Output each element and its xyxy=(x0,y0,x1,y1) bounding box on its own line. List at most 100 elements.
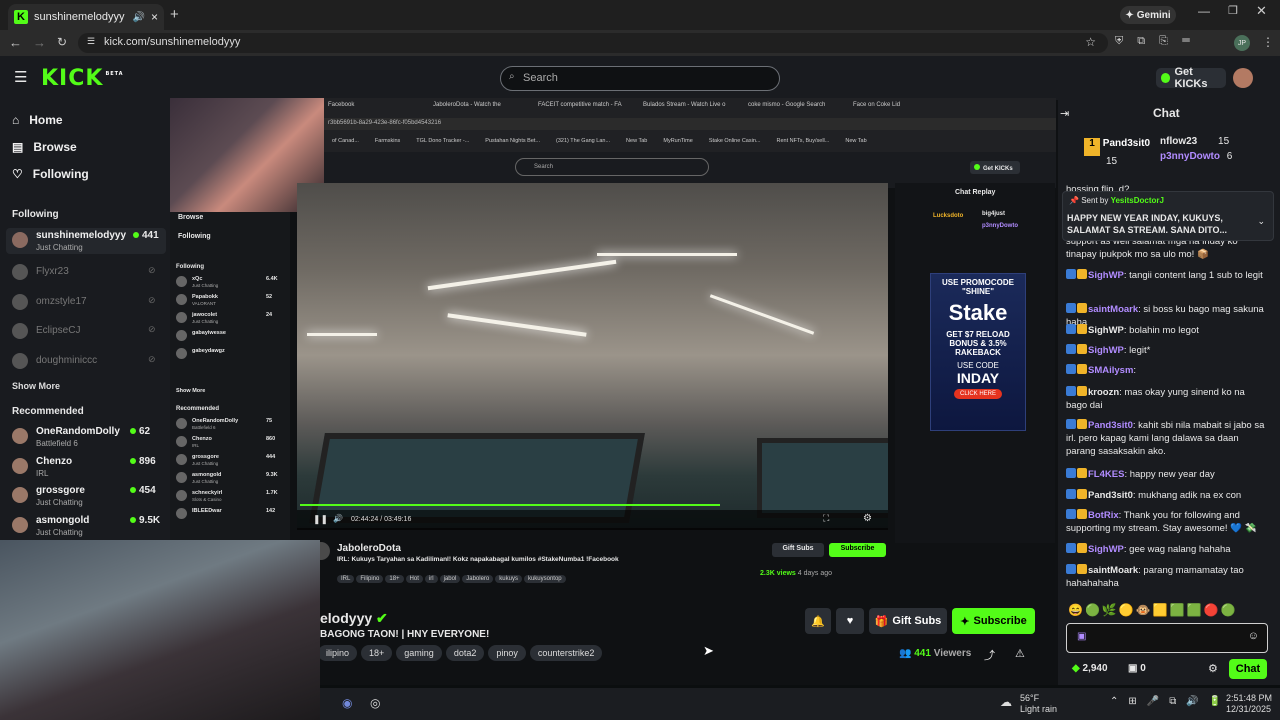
browser-tab[interactable]: K sunshinemelodyyy Stream 🔊 × xyxy=(8,4,164,30)
chevron-down-icon[interactable]: ⌄ xyxy=(1257,216,1265,227)
chat-title: Chat xyxy=(1153,106,1180,120)
recommended-channel-name[interactable]: Chenzo xyxy=(36,456,72,467)
collapse-chat-icon[interactable]: ⇥ xyxy=(1060,107,1069,120)
top-gifter-3: p3nnyDowto 6 xyxy=(1160,151,1233,162)
sub-badge-icon: ▣ xyxy=(1077,631,1087,642)
browser-menu-icon[interactable]: ⋮ xyxy=(1262,35,1274,49)
stream-tag[interactable]: pinoy xyxy=(488,645,526,661)
reload-icon[interactable]: ↻ xyxy=(57,35,67,49)
restore-icon[interactable]: ❐ xyxy=(1228,4,1238,17)
bookmark-star-icon[interactable]: ☆ xyxy=(1085,35,1096,49)
notification-bell-button[interactable]: 🔔 xyxy=(805,608,831,634)
recommended-channel-name[interactable]: asmongold xyxy=(36,515,89,526)
subscribe-button[interactable]: ✦ Subscribe xyxy=(952,608,1035,634)
report-icon[interactable]: ⚠ xyxy=(1015,647,1025,660)
tray-icons[interactable]: ⌃⊞🎤⧉🔊🔋 xyxy=(1110,696,1231,707)
stream-tag[interactable]: counterstrike2 xyxy=(529,645,603,661)
show-more-link[interactable]: Show More xyxy=(12,381,60,391)
chat-username[interactable]: Pand3sit0 xyxy=(1088,490,1133,501)
sidebar-item-following[interactable]: ♡ Following xyxy=(12,167,89,181)
stream-tag[interactable]: dota2 xyxy=(445,645,485,661)
sidebar xyxy=(0,100,170,540)
volume-icon[interactable]: 🔊 xyxy=(333,514,343,523)
share-icon[interactable]: ⤴ xyxy=(984,647,995,663)
steam-icon[interactable]: ◎ xyxy=(370,696,380,710)
video-progress-bar[interactable] xyxy=(300,504,720,506)
close-window-icon[interactable]: ✕ xyxy=(1256,3,1267,19)
hamburger-menu-icon[interactable]: ☰ xyxy=(14,68,27,86)
new-tab-icon[interactable]: + xyxy=(170,6,179,23)
inner-tab: Bulados Stream - Watch Live o xyxy=(643,102,726,108)
stream-tag[interactable]: ilipino xyxy=(318,645,358,661)
pause-icon[interactable]: ❚❚ xyxy=(313,514,328,525)
chat-username[interactable]: kroozn xyxy=(1088,387,1119,398)
inner-search-input[interactable]: Search xyxy=(515,158,709,176)
minimize-icon[interactable]: — xyxy=(1198,4,1210,18)
inner-bookmark: (321) The Gang Lan... xyxy=(556,138,611,144)
recommended-channel-name[interactable]: grossgore xyxy=(36,485,85,496)
send-chat-button[interactable]: Chat xyxy=(1229,659,1267,679)
stream-tag[interactable]: 18+ xyxy=(361,645,393,661)
tab-close-icon[interactable]: × xyxy=(151,10,158,24)
inner-bookmark: TGL Dono Tracker -... xyxy=(416,138,470,144)
chat-username[interactable]: saintMoark xyxy=(1088,304,1138,315)
extensions-icons[interactable]: ⛨⧉⎘⚌ xyxy=(1115,35,1204,48)
tag: 18+ xyxy=(385,575,404,583)
following-channel-offline[interactable]: Flyxr23 xyxy=(36,266,69,277)
gemini-button[interactable]: ✦ Gemini xyxy=(1120,6,1176,24)
chat-settings-icon[interactable]: ⚙ xyxy=(1208,662,1218,675)
badge-icon xyxy=(1077,269,1087,279)
following-channel-offline[interactable]: EclipseCJ xyxy=(36,325,80,336)
chat-username[interactable]: BotRix xyxy=(1088,510,1119,521)
chat-message: FL4KES: happy new year day xyxy=(1066,468,1266,481)
chat-username[interactable]: FL4KES xyxy=(1088,469,1124,480)
kicks-balance[interactable]: ◆ 2,940 xyxy=(1072,663,1108,674)
search-input[interactable]: ⌕ Search xyxy=(500,66,780,91)
gift-subs-button[interactable]: 🎁 Gift Subs xyxy=(869,608,947,634)
drops-count[interactable]: ▣ 0 xyxy=(1128,663,1146,674)
site-info-icon[interactable]: ☰ xyxy=(87,36,95,47)
chat-username[interactable]: SMAilysm xyxy=(1088,365,1133,376)
chat-username[interactable]: SighWP xyxy=(1088,345,1124,356)
chat-message: saintMoark: parang mamamatay tao hahahah… xyxy=(1066,564,1266,590)
sidebar-item-browse[interactable]: ▤ Browse xyxy=(12,140,77,154)
get-kicks-button[interactable]: Get KICKs xyxy=(1156,66,1226,90)
forward-icon[interactable]: → xyxy=(33,35,46,50)
inner-get-kicks[interactable]: Get KICKs xyxy=(970,161,1020,174)
user-avatar[interactable] xyxy=(1233,68,1253,88)
recommended-channel-name[interactable]: OneRandomDolly xyxy=(36,426,120,437)
kick-logo[interactable]: KICK BETA xyxy=(41,66,124,91)
url-field[interactable]: ☰ kick.com/sunshinemelodyyy ☆ xyxy=(78,33,1108,53)
back-icon[interactable]: ← xyxy=(9,35,22,50)
chat-input[interactable]: ▣ ☺ xyxy=(1066,623,1268,653)
settings-icon[interactable]: ⚙ xyxy=(863,513,872,524)
following-channel-offline[interactable]: omzstyle17 xyxy=(36,296,87,307)
inner-list-item: xQc Just Chatting 6.4K xyxy=(176,276,286,294)
fullscreen-icon[interactable]: ⛶ xyxy=(823,513,829,524)
badge-icon xyxy=(1077,344,1087,354)
stake-advertisement[interactable]: USE PROMOCODE "SHINE" Stake GET $7 RELOA… xyxy=(930,273,1026,431)
stream-tag[interactable]: gaming xyxy=(396,645,442,661)
chat-message: SighWP: tangii content lang 1 sub to leg… xyxy=(1066,269,1266,282)
emote-row[interactable]: 😄🟢🌿🟡🐵🟨🟩🟩🔴🟢 xyxy=(1068,603,1237,617)
inner-gift-subs[interactable]: Gift Subs xyxy=(772,543,824,557)
chat-text: : mukhang adik na ex con xyxy=(1132,490,1242,501)
tab-audio-icon[interactable]: 🔊 xyxy=(133,12,145,23)
channel-category: Just Chatting xyxy=(36,527,83,537)
inner-subscribe[interactable]: Subscribe xyxy=(829,543,886,557)
profile-avatar[interactable]: JP xyxy=(1234,35,1250,51)
chat-username[interactable]: SighWP xyxy=(1088,325,1124,336)
inner-tab: FACEIT competitive match - FA xyxy=(538,102,622,108)
chat-username[interactable]: SighWP xyxy=(1088,544,1124,555)
following-channel-offline[interactable]: doughminiccc xyxy=(36,355,97,366)
emoji-picker-icon[interactable]: ☺ xyxy=(1248,630,1259,642)
video-player[interactable] xyxy=(297,183,888,528)
discord-icon[interactable]: ◉ xyxy=(342,696,352,710)
chat-username[interactable]: saintMoark xyxy=(1088,565,1138,576)
chat-username[interactable]: SighWP xyxy=(1088,270,1124,281)
pinned-message[interactable]: 📌 Sent by YesitsDoctorJ HAPPY NEW YEAR I… xyxy=(1062,191,1274,241)
chat-message: SighWP: gee wag nalang hahaha xyxy=(1066,543,1266,556)
sidebar-item-home[interactable]: ⌂ Home xyxy=(12,113,63,127)
chat-username[interactable]: Pand3sit0 xyxy=(1088,420,1133,431)
follow-heart-button[interactable]: ♥ xyxy=(836,608,864,634)
